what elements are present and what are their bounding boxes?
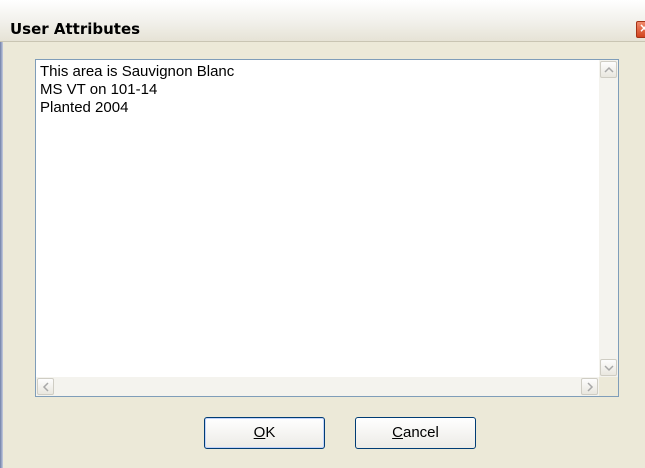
scroll-up-button[interactable]	[600, 61, 617, 78]
dialog-title: User Attributes	[10, 20, 141, 38]
scroll-right-button[interactable]	[581, 378, 598, 395]
ok-button-label: OK	[253, 424, 276, 441]
attributes-text[interactable]: This area is Sauvignon Blanc MS VT on 10…	[40, 63, 596, 374]
cancel-button-label: Cancel	[392, 424, 439, 441]
window-left-border	[0, 42, 3, 468]
scroll-down-button[interactable]	[600, 359, 617, 376]
horizontal-scrollbar[interactable]	[36, 377, 599, 396]
arrow-up-icon	[604, 66, 614, 73]
arrow-down-icon	[604, 365, 614, 372]
title-bar[interactable]: User Attributes ×	[0, 0, 645, 42]
cancel-button[interactable]: Cancel	[355, 417, 476, 449]
ok-button[interactable]: OK	[204, 417, 325, 449]
attributes-textarea[interactable]: This area is Sauvignon Blanc MS VT on 10…	[35, 59, 619, 397]
scrollbar-corner	[599, 377, 618, 396]
vertical-scrollbar[interactable]	[599, 60, 618, 377]
scroll-left-button[interactable]	[37, 378, 54, 395]
close-icon: ×	[639, 22, 645, 35]
arrow-right-icon	[587, 382, 594, 392]
user-attributes-dialog: User Attributes × This area is Sauvignon…	[0, 0, 645, 468]
close-button[interactable]: ×	[636, 21, 645, 38]
arrow-left-icon	[42, 382, 49, 392]
